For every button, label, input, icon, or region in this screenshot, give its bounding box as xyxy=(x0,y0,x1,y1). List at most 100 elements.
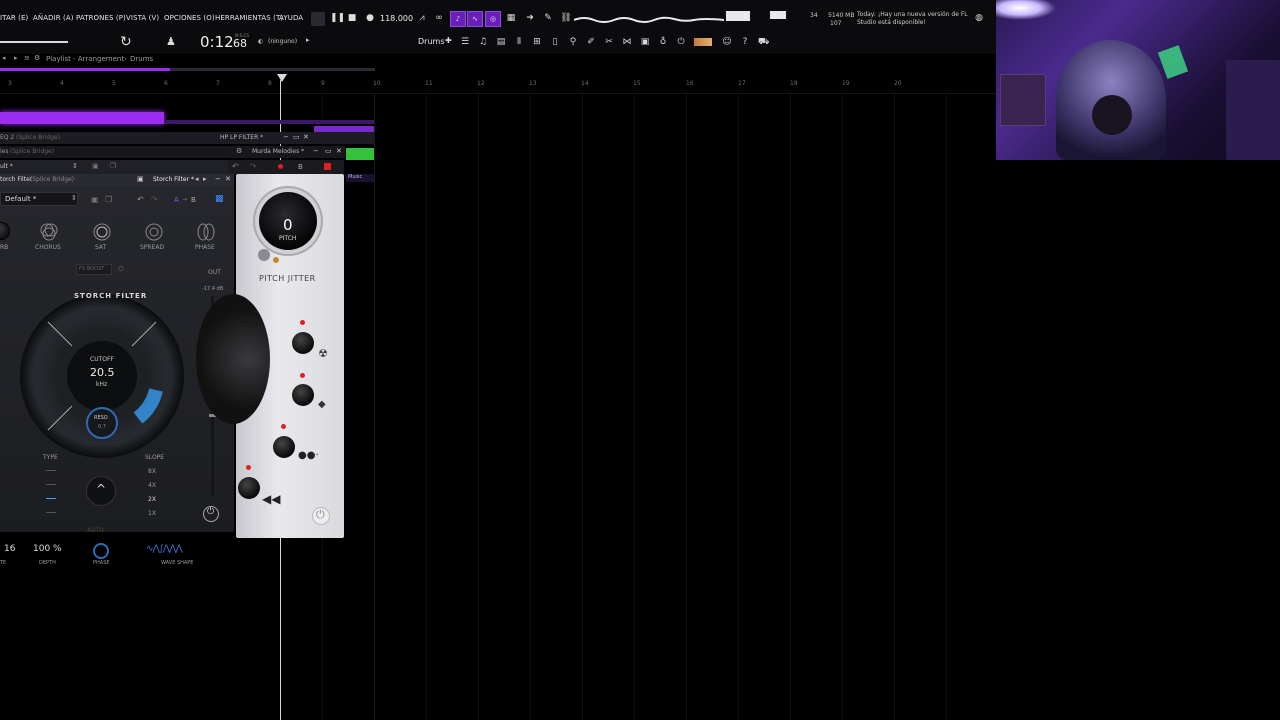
reso-knob[interactable] xyxy=(86,407,118,439)
menu-add[interactable]: AÑADIR (A) xyxy=(33,14,74,22)
plugin-db-icon[interactable]: ⊞ xyxy=(532,37,542,47)
power-icon[interactable]: ⏻ xyxy=(676,37,686,47)
lfo-phase-knob[interactable] xyxy=(93,543,109,559)
storch-preset-select[interactable]: Default * ⇕ xyxy=(0,192,78,206)
step-edit-icon[interactable]: ♪ xyxy=(450,11,466,27)
pattern-selector[interactable]: (ninguno) xyxy=(268,38,297,45)
mic-icon[interactable]: ♁ xyxy=(658,37,668,47)
channel-rack-icon[interactable]: ▤ xyxy=(496,37,506,47)
menu-view[interactable]: VISTA (V) xyxy=(126,14,159,22)
prev-icon[interactable]: ◂ xyxy=(195,175,199,183)
help-icon[interactable]: ? xyxy=(740,37,750,47)
type-option[interactable] xyxy=(46,484,56,485)
playlist-scroll-track[interactable] xyxy=(170,68,375,71)
cassette-icon[interactable] xyxy=(694,38,712,46)
type-slope-knob[interactable]: ^ xyxy=(86,476,116,506)
slope-option-4x[interactable]: 4X xyxy=(148,482,156,489)
rewind-knob[interactable] xyxy=(238,477,260,499)
playlist-clip[interactable] xyxy=(0,112,164,124)
spread-icon[interactable] xyxy=(144,222,164,242)
storch-titlebar[interactable]: torch Filter (Splice Bridge) ▣ Storch Fi… xyxy=(0,174,234,186)
menu-help[interactable]: AYUDA xyxy=(279,14,303,22)
ab-a-button[interactable]: A xyxy=(174,196,179,204)
playlist-scroll-purple[interactable] xyxy=(0,68,170,71)
wave-shape-icons[interactable]: ∿⋀∫⋀⋀⋀ xyxy=(146,544,183,554)
globe-icon[interactable]: ◍ xyxy=(973,12,985,24)
bypass-power-button[interactable]: ⏻ xyxy=(203,506,219,522)
undo-icon[interactable]: ↶ xyxy=(232,162,239,171)
pause-icon[interactable]: ❚❚ xyxy=(330,12,345,24)
arrow-icon[interactable]: ➜ xyxy=(524,12,536,24)
cart-icon[interactable]: ⛟ xyxy=(758,37,769,47)
playlist-menu-icon[interactable]: ≡ xyxy=(24,54,30,62)
ab-a-indicator[interactable] xyxy=(278,164,283,169)
link-icon[interactable]: ⛓ xyxy=(560,12,572,24)
pencil-icon[interactable]: ✎ xyxy=(542,12,554,24)
copy-icon[interactable]: ❐ xyxy=(105,195,112,204)
slice-icon[interactable]: ⋈ xyxy=(622,37,632,47)
window-gear-icon[interactable]: ⚙ xyxy=(236,147,242,155)
browser-icon[interactable]: ▯ xyxy=(550,37,560,47)
phase-icon[interactable] xyxy=(196,222,216,242)
minimize-icon[interactable]: − xyxy=(313,147,319,155)
copy-preset-icon[interactable]: ❐ xyxy=(110,162,116,170)
record-icon[interactable]: ● xyxy=(364,12,376,24)
green-clip[interactable] xyxy=(346,148,374,160)
time-display[interactable]: 0:12 xyxy=(200,33,234,51)
fx-boost-power-icon[interactable]: ⏻ xyxy=(118,265,124,274)
preset-bar[interactable]: ult * ⇕ ▣ ❐ xyxy=(0,160,235,174)
lfo-depth-value[interactable]: 100 % xyxy=(33,544,62,554)
minimize-icon[interactable]: − xyxy=(283,133,289,141)
master-volume-slider[interactable] xyxy=(0,41,68,43)
ab-b-button[interactable]: B xyxy=(191,196,196,204)
refresh-icon[interactable]: ↻ xyxy=(120,34,132,50)
cut-icon[interactable]: ✂ xyxy=(604,37,614,47)
type-option[interactable] xyxy=(46,470,56,471)
undo-icon[interactable]: ↶ xyxy=(137,195,144,204)
pencil-tool-icon[interactable]: ✐ xyxy=(586,37,596,47)
redo-icon[interactable]: ↷ xyxy=(250,162,257,171)
save-icon[interactable]: ▣ xyxy=(640,37,650,47)
menu-patterns[interactable]: PATRONES (P) xyxy=(76,14,126,22)
pitch-knob-handle[interactable] xyxy=(258,249,270,261)
window-menu-icon[interactable]: ▣ xyxy=(137,175,144,183)
chaos-knob[interactable] xyxy=(292,332,314,354)
minimize-icon[interactable]: − xyxy=(215,175,221,183)
type-option[interactable] xyxy=(46,512,56,513)
slope-option-1x[interactable]: 1X xyxy=(148,510,156,517)
menu-tools[interactable]: HERRAMIENTAS (T) xyxy=(215,14,283,22)
restore-icon[interactable]: ▭ xyxy=(293,133,300,141)
lfo-rate-value[interactable]: 16 xyxy=(4,544,15,554)
menu-edit[interactable]: ITAR (E) xyxy=(0,14,28,22)
saturation-icon[interactable] xyxy=(92,222,112,242)
eq-window-titlebar[interactable]: EQ 2 (Splice Bridge) HP LP FILTER * − ▭ … xyxy=(0,126,374,144)
jitter-toolbar[interactable]: ↶ ↷ B xyxy=(228,160,344,174)
playhead-marker[interactable] xyxy=(277,74,287,82)
close-icon[interactable]: ✕ xyxy=(225,175,231,183)
menu-options[interactable]: OPCIONES (O) xyxy=(164,14,215,22)
channel-selector[interactable]: Drums xyxy=(418,37,444,46)
pattern-arrow-icon[interactable]: ▸ xyxy=(306,36,310,44)
save-icon[interactable]: ▣ xyxy=(91,195,99,204)
playlist-clip-tail[interactable] xyxy=(164,120,374,124)
nav-back-icon[interactable]: ◂ xyxy=(2,54,6,62)
wave-icon[interactable]: ∿ xyxy=(467,11,483,27)
next-icon[interactable]: ▸ xyxy=(203,175,207,183)
playlist-gear-icon[interactable]: ⚙ xyxy=(34,54,40,62)
music-clip[interactable]: Music xyxy=(346,174,374,182)
redo-icon[interactable]: ↷ xyxy=(151,195,158,204)
piano-icon[interactable]: ▦ xyxy=(505,12,517,24)
slope-option-2x[interactable]: 2X xyxy=(148,496,156,503)
chat-icon[interactable]: ▩ xyxy=(215,194,224,204)
metronome-icon[interactable]: ⩘ xyxy=(416,12,428,24)
nav-forward-icon[interactable]: ▸ xyxy=(14,54,18,62)
reverb-knob[interactable] xyxy=(0,222,10,240)
plug-icon[interactable]: ⚲ xyxy=(568,37,578,47)
jitter-power-button[interactable]: ⏻ xyxy=(312,507,330,525)
tempo-display[interactable]: 118.000 xyxy=(380,14,413,23)
bell-icon[interactable]: ♟ xyxy=(166,35,176,48)
steps-knob[interactable] xyxy=(273,436,295,458)
loop-record-icon[interactable]: ∞ xyxy=(433,12,445,24)
song-mode-toggle[interactable] xyxy=(311,12,325,26)
preset-stepper-icon[interactable]: ⇕ xyxy=(72,162,78,170)
